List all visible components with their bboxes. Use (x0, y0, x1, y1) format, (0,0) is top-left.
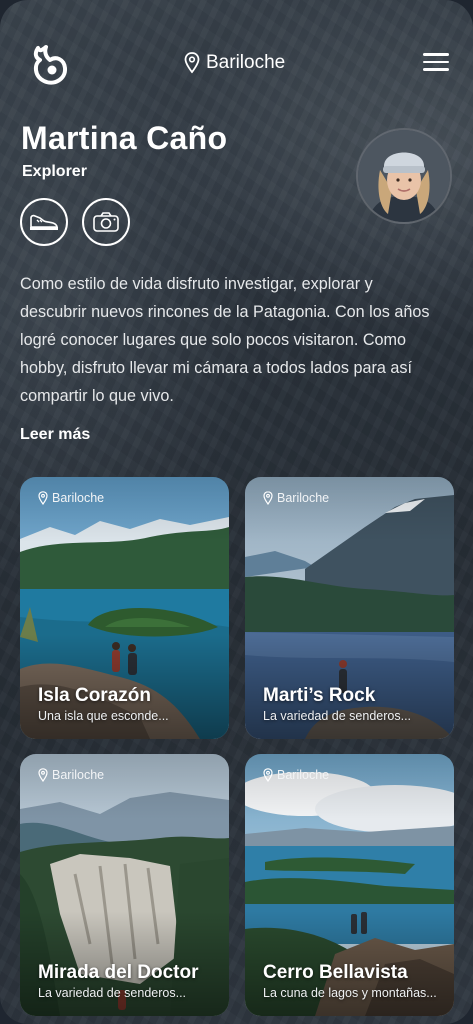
profile-screen: Bariloche Martina Caño Explorer Como est… (0, 0, 473, 1024)
place-card[interactable]: Bariloche Mirada del Doctor La variedad … (20, 754, 229, 1016)
card-subtitle: La variedad de senderos... (38, 986, 187, 1000)
card-subtitle: La cuna de lagos y montañas... (263, 986, 437, 1000)
card-location-label: Bariloche (52, 768, 105, 782)
card-location-label: Bariloche (277, 768, 330, 782)
read-more-link[interactable]: Leer más (20, 426, 90, 444)
location-pin-icon (184, 52, 200, 74)
badge-row (20, 198, 130, 246)
card-location: Bariloche (263, 491, 329, 505)
location-pin-icon (263, 768, 273, 782)
flame-drop-logo-icon[interactable] (30, 44, 70, 86)
location-pin-icon (263, 491, 273, 505)
profile-role: Explorer (22, 163, 87, 180)
location-label: Bariloche (206, 52, 286, 73)
place-card[interactable]: Bariloche Marti’s Rock La variedad de se… (245, 477, 454, 739)
card-location: Bariloche (263, 768, 329, 782)
profile-name: Martina Caño (21, 120, 228, 156)
card-location-label: Bariloche (277, 491, 330, 505)
location-pin-icon (38, 768, 48, 782)
card-location: Bariloche (38, 491, 104, 505)
camera-icon[interactable] (82, 198, 130, 246)
card-title: Mirada del Doctor (38, 962, 199, 983)
card-title: Cerro Bellavista (263, 962, 408, 983)
card-title: Marti’s Rock (263, 685, 376, 706)
card-location: Bariloche (38, 768, 104, 782)
header: Bariloche (0, 0, 473, 120)
place-card[interactable]: Bariloche Cerro Bellavista La cuna de la… (245, 754, 454, 1016)
card-subtitle: Una isla que esconde... (38, 709, 169, 723)
hamburger-menu-icon[interactable] (423, 53, 449, 71)
place-card[interactable]: Bariloche Isla Corazón Una isla que esco… (20, 477, 229, 739)
profile-bio: Como estilo de vida disfruto investigar,… (20, 275, 430, 405)
card-location-label: Bariloche (52, 491, 105, 505)
location-pin-icon (38, 491, 48, 505)
avatar[interactable] (356, 128, 452, 224)
card-subtitle: La variedad de senderos... (263, 709, 412, 723)
card-title: Isla Corazón (38, 685, 151, 706)
hiking-shoe-icon[interactable] (20, 198, 68, 246)
location-selector[interactable]: Bariloche (184, 52, 285, 74)
